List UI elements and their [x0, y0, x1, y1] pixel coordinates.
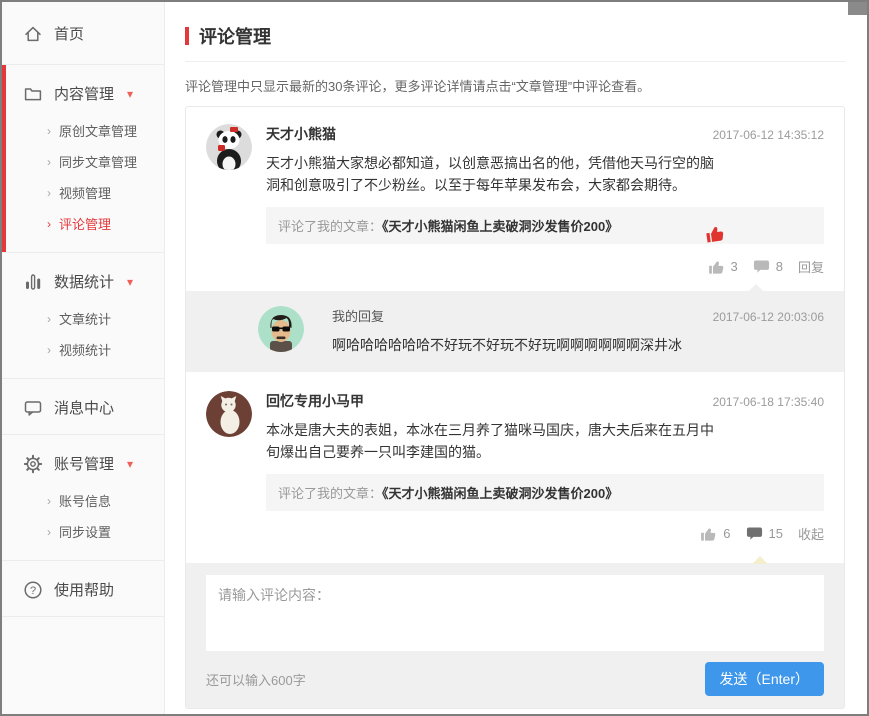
sidebar-section-account: 账号管理 ▾ ›账号信息 ›同步设置: [2, 435, 164, 561]
bar-chart-icon: [23, 272, 43, 292]
like-button[interactable]: 3: [708, 258, 738, 275]
sidebar-subitem-sync-articles[interactable]: ›同步文章管理: [2, 146, 164, 177]
char-counter: 还可以输入600字: [206, 670, 306, 689]
article-reference[interactable]: 评论了我的文章：《天才小熊猫闲鱼上卖破洞沙发售价200》: [266, 474, 824, 511]
comment-actions: 6 15 收起: [266, 511, 824, 558]
comment-list-panel: 天才小熊猫 2017-06-12 14:35:12 天才小熊猫大家想必都知道，以…: [185, 106, 845, 709]
thumb-up-icon: [700, 525, 717, 542]
chevron-right-icon: ›: [47, 187, 51, 199]
like-count: 6: [723, 526, 730, 541]
notice-text: 评论管理中只显示最新的30条评论，更多评论详情请点击“文章管理”中评论查看。: [185, 76, 845, 95]
sidebar-section-help: ? 使用帮助: [2, 561, 164, 617]
svg-text:?: ?: [30, 585, 36, 597]
pointer-up-icon: [752, 556, 768, 564]
sidebar-section-stats: 数据统计 ▾ ›文章统计 ›视频统计: [2, 253, 164, 379]
chevron-right-icon: ›: [47, 495, 51, 507]
page-header: 评论管理: [185, 23, 845, 49]
comment-bubble-icon: [753, 258, 770, 275]
article-reference[interactable]: 评论了我的文章：《天才小熊猫闲鱼上卖破洞沙发售价200》: [266, 207, 824, 244]
sidebar-item-label: 首页: [54, 23, 84, 44]
comment-count-button[interactable]: 8: [753, 258, 783, 275]
reply-content: 啊哈哈哈哈哈哈不好玩不好玩不好玩啊啊啊啊啊啊深井冰: [332, 335, 824, 355]
avatar-sunglasses-man[interactable]: [258, 306, 304, 352]
comment-count: 8: [776, 259, 783, 274]
home-icon: [23, 24, 43, 44]
comment-management-page: 首页 内容管理 ▾ ›原创文章管理 ›同步文章管理 ›视频管理 ›评论管理: [0, 0, 869, 716]
comment-count-button[interactable]: 15: [746, 525, 783, 542]
title-accent-bar: [185, 27, 189, 45]
comment-item: 天才小熊猫 2017-06-12 14:35:12 天才小熊猫大家想必都知道，以…: [186, 107, 844, 291]
sidebar-item-data-stats[interactable]: 数据统计 ▾: [2, 268, 164, 295]
help-circle-icon: ?: [23, 580, 43, 600]
comment-content: 天才小熊猫大家想必都知道，以创意恶搞出名的他，凭借他天马行空的脑洞和创意吸引了不…: [266, 152, 724, 196]
sidebar-section-content: 内容管理 ▾ ›原创文章管理 ›同步文章管理 ›视频管理 ›评论管理: [2, 65, 164, 253]
comment-item: 回忆专用小马甲 2017-06-18 17:35:40 本冰是唐大夫的表姐，本冰…: [186, 372, 844, 558]
pointer-up-icon: [748, 284, 764, 292]
comment-count: 15: [769, 526, 783, 541]
sidebar-item-label: 账号管理: [54, 453, 114, 474]
scrollbar-thumb[interactable]: [848, 2, 867, 15]
chevron-right-icon: ›: [47, 218, 51, 230]
sidebar-item-account-mgmt[interactable]: 账号管理 ▾: [2, 450, 164, 477]
thumb-up-icon: [708, 258, 725, 275]
sidebar-subitem-video-stats[interactable]: ›视频统计: [2, 334, 164, 365]
sidebar-item-label: 内容管理: [54, 83, 114, 104]
avatar-cat[interactable]: [206, 391, 252, 437]
sidebar-item-label: 数据统计: [54, 271, 114, 292]
article-title-link: 《天才小熊猫闲鱼上卖破洞沙发售价200》: [382, 219, 618, 234]
comment-actions: 3 8 回复: [266, 244, 824, 291]
article-title-link: 《天才小熊猫闲鱼上卖破洞沙发售价200》: [382, 486, 618, 501]
chevron-right-icon: ›: [47, 313, 51, 325]
sidebar-subitem-article-stats[interactable]: ›文章统计: [2, 303, 164, 334]
commenter-name[interactable]: 回忆专用小马甲: [266, 391, 364, 411]
sidebar-subitem-comment-mgmt[interactable]: ›评论管理: [2, 208, 164, 239]
sidebar-item-label: 使用帮助: [54, 579, 114, 600]
avatar-panda[interactable]: [206, 124, 252, 170]
folder-icon: [23, 84, 43, 104]
sidebar-subitem-original-articles[interactable]: ›原创文章管理: [2, 115, 164, 146]
thumb-up-float-icon: [705, 223, 725, 248]
chevron-down-icon: ▾: [127, 457, 133, 471]
sidebar-subitem-account-info[interactable]: ›账号信息: [2, 485, 164, 516]
sidebar-item-help[interactable]: ? 使用帮助: [2, 576, 164, 603]
page-title: 评论管理: [199, 23, 271, 49]
reply-author-label: 我的回复: [332, 306, 384, 325]
sidebar: 首页 内容管理 ▾ ›原创文章管理 ›同步文章管理 ›视频管理 ›评论管理: [2, 2, 165, 714]
sidebar-section-home: 首页: [2, 2, 164, 65]
comment-input[interactable]: [206, 575, 824, 651]
my-reply-box: 我的回复 2017-06-12 20:03:06 啊哈哈哈哈哈哈不好玩不好玩不好…: [186, 291, 844, 372]
comment-timestamp: 2017-06-18 17:35:40: [713, 395, 824, 409]
reply-button[interactable]: 回复: [798, 257, 824, 276]
chevron-down-icon: ▾: [127, 275, 133, 289]
send-button[interactable]: 发送（Enter）: [705, 662, 824, 696]
divider: [185, 61, 845, 62]
sidebar-item-message-center[interactable]: 消息中心: [2, 394, 164, 421]
chevron-down-icon: ▾: [127, 87, 133, 101]
commenter-name[interactable]: 天才小熊猫: [266, 124, 336, 144]
comment-timestamp: 2017-06-12 14:35:12: [713, 128, 824, 142]
sidebar-subitem-video-mgmt[interactable]: ›视频管理: [2, 177, 164, 208]
comment-bubble-icon: [746, 525, 763, 542]
main-content: 评论管理 评论管理中只显示最新的30条评论，更多评论详情请点击“文章管理”中评论…: [165, 2, 867, 714]
message-bubble-icon: [23, 398, 43, 418]
gear-icon: [23, 454, 43, 474]
chevron-right-icon: ›: [47, 344, 51, 356]
like-count: 3: [731, 259, 738, 274]
chevron-right-icon: ›: [47, 526, 51, 538]
chevron-right-icon: ›: [47, 125, 51, 137]
sidebar-subitem-sync-settings[interactable]: ›同步设置: [2, 516, 164, 547]
comment-content: 本冰是唐大夫的表姐，本冰在三月养了猫咪马国庆，唐大夫后来在五月中旬爆出自己要养一…: [266, 419, 724, 463]
reply-timestamp: 2017-06-12 20:03:06: [713, 310, 824, 324]
collapse-button[interactable]: 收起: [798, 524, 824, 543]
sidebar-item-content-mgmt[interactable]: 内容管理 ▾: [2, 80, 164, 107]
sidebar-item-home[interactable]: 首页: [2, 20, 164, 47]
sidebar-item-label: 消息中心: [54, 397, 114, 418]
sidebar-section-message: 消息中心: [2, 379, 164, 435]
comment-input-section: 还可以输入600字 发送（Enter）: [186, 563, 844, 708]
like-button[interactable]: 6: [700, 525, 730, 542]
chevron-right-icon: ›: [47, 156, 51, 168]
